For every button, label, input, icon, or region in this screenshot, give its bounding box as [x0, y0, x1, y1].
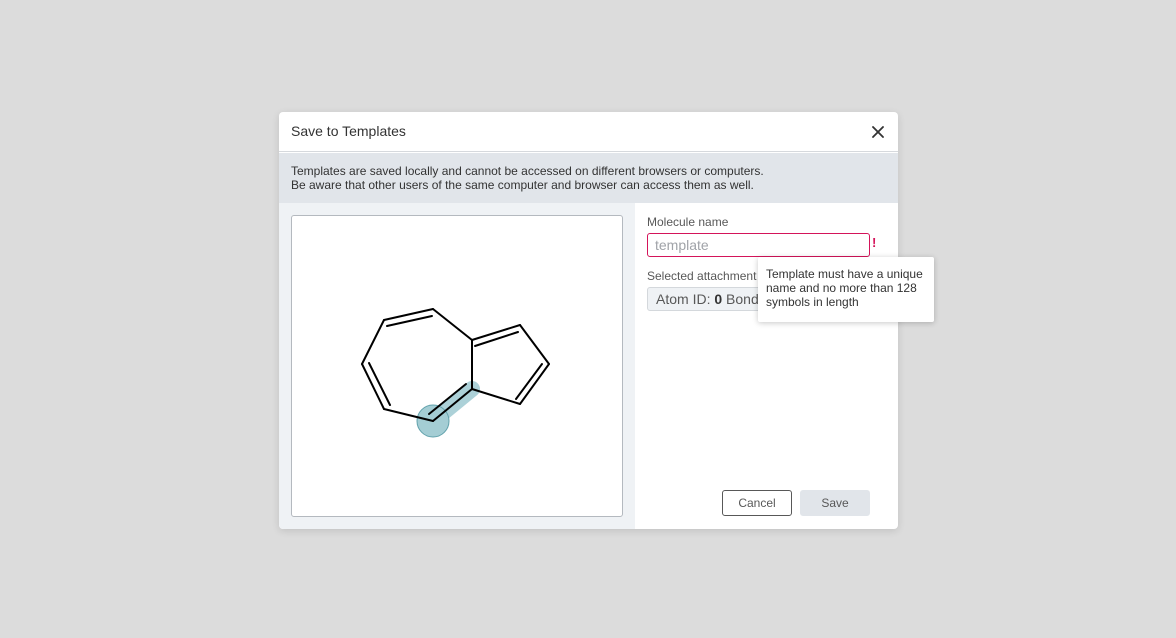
close-button[interactable] — [868, 122, 888, 142]
cancel-button[interactable]: Cancel — [722, 490, 792, 516]
dialog-title: Save to Templates — [291, 123, 406, 139]
info-line-2: Be aware that other users of the same co… — [291, 178, 754, 192]
atom-id-label: Atom ID: — [656, 291, 711, 307]
attachment-label: Selected attachment p — [647, 269, 767, 283]
error-indicator: ! — [872, 235, 877, 250]
molecule-name-input[interactable] — [647, 233, 870, 257]
dialog-header: Save to Templates — [279, 112, 898, 152]
form-pane: Molecule name ! Selected attachment p At… — [635, 203, 898, 529]
info-line-1: Templates are saved locally and cannot b… — [291, 164, 764, 178]
info-banner: Templates are saved locally and cannot b… — [279, 153, 898, 203]
molecule-name-label: Molecule name — [647, 215, 729, 229]
preview-pane — [279, 203, 635, 529]
structure-preview[interactable] — [291, 215, 623, 517]
bond-label: Bond — [726, 291, 759, 307]
save-button[interactable]: Save — [800, 490, 870, 516]
molecule-structure[interactable] — [292, 216, 622, 516]
close-icon — [872, 126, 884, 138]
validation-tooltip: Template must have a unique name and no … — [758, 257, 934, 322]
atom-id-value: 0 — [714, 291, 723, 307]
